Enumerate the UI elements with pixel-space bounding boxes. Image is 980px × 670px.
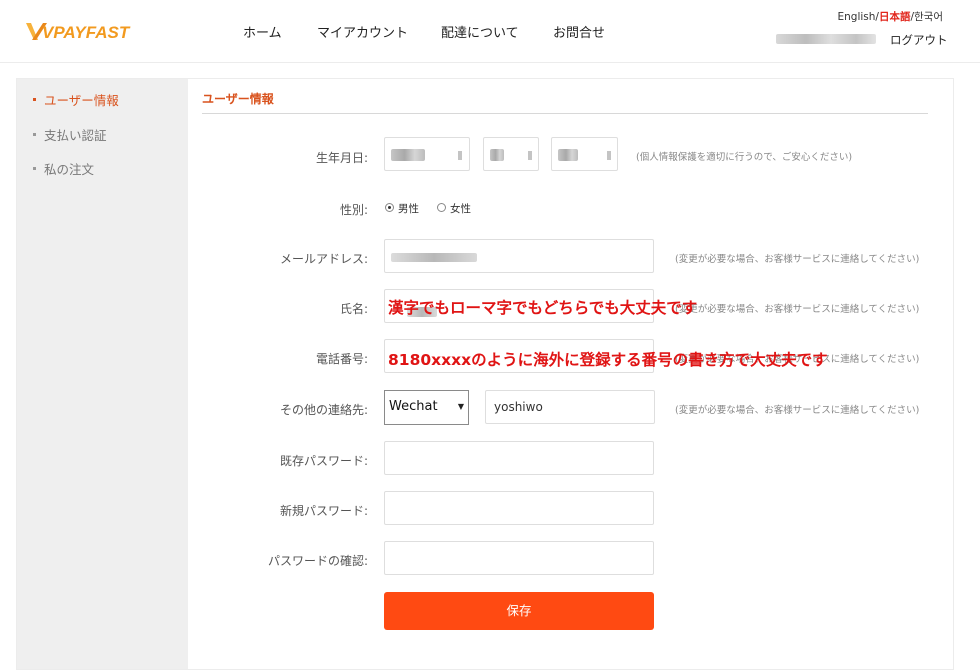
gender-female-label[interactable]: 女性 — [450, 201, 471, 216]
nav-contact[interactable]: お問合せ — [553, 22, 605, 41]
phone-annotation: 8180xxxxのように海外に登録する番号の書き方で大丈夫です — [388, 351, 828, 369]
redacted-value — [391, 149, 425, 161]
email-note: (変更が必要な場合、お客様サービスに連絡してください) — [675, 254, 920, 265]
select-arrow-icon — [458, 151, 462, 160]
select-arrow-icon — [607, 151, 611, 160]
gender-label: 性別: — [339, 203, 368, 217]
birth-note: (個人情報保護を適切に行うので、ご安心ください) — [636, 152, 853, 163]
gender-male-radio[interactable] — [385, 203, 394, 212]
other-contact-note: (変更が必要な場合、お客様サービスに連絡してください) — [675, 405, 920, 416]
sidebar: ユーザー情報 支払い認証 私の注文 — [17, 79, 188, 669]
name-annotation: 漢字でもローマ字でもどちらでも大丈夫です — [388, 299, 698, 317]
vpayfast-logo[interactable]: VPAYFAST — [24, 18, 148, 44]
name-note: (変更が必要な場合、お客様サービスに連絡してください) — [675, 304, 920, 315]
sidebar-item-label: 私の注文 — [44, 162, 95, 177]
page-title: ユーザー情報 — [202, 92, 274, 106]
redacted-value — [490, 149, 504, 161]
birth-month-select[interactable] — [483, 137, 539, 171]
email-field[interactable] — [384, 239, 654, 273]
lang-korean[interactable]: 한국어 — [914, 11, 943, 23]
gender-female-radio[interactable] — [437, 203, 446, 212]
sidebar-item-my-orders[interactable]: 私の注文 — [33, 159, 94, 178]
select-arrow-icon — [528, 151, 532, 160]
logout-link[interactable]: ログアウト — [890, 32, 948, 48]
birth-year-select[interactable] — [384, 137, 470, 171]
confirm-password-field[interactable] — [384, 541, 654, 575]
name-label: 氏名: — [339, 302, 368, 316]
nav-shipping[interactable]: 配達について — [441, 22, 519, 41]
new-password-label: 新規パスワード: — [279, 504, 368, 518]
dropdown-arrow-icon: ▼ — [457, 402, 464, 411]
contact-type-value: Wechat — [389, 399, 438, 414]
lang-japanese[interactable]: 日本語 — [879, 11, 911, 23]
contact-id-field[interactable]: yoshiwo — [485, 390, 655, 424]
email-label: メールアドレス: — [279, 252, 368, 266]
sidebar-item-label: 支払い認証 — [44, 128, 107, 143]
other-contact-label: その他の連絡先: — [279, 403, 368, 417]
sidebar-item-user-info[interactable]: ユーザー情報 — [33, 90, 119, 109]
bullet-icon — [33, 98, 36, 101]
language-switcher: English/日本語/한국어 — [838, 9, 944, 24]
nav-home[interactable]: ホーム — [243, 22, 282, 41]
redacted-value — [558, 149, 578, 161]
redacted-value — [391, 253, 477, 262]
username-redacted — [776, 34, 876, 44]
new-password-field[interactable] — [384, 491, 654, 525]
phone-label: 電話番号: — [315, 352, 368, 366]
save-button[interactable]: 保存 — [384, 592, 654, 630]
svg-text:VPAYFAST: VPAYFAST — [42, 23, 131, 42]
birth-day-select[interactable] — [551, 137, 618, 171]
bullet-icon — [33, 133, 36, 136]
lang-english[interactable]: English — [838, 11, 876, 23]
gender-male-label[interactable]: 男性 — [398, 201, 419, 216]
old-password-label: 既存パスワード: — [279, 454, 368, 468]
sidebar-item-label: ユーザー情報 — [44, 93, 119, 108]
confirm-password-label: パスワードの確認: — [267, 554, 368, 568]
birth-label: 生年月日: — [315, 151, 368, 165]
title-divider — [202, 113, 928, 114]
sidebar-item-payment-auth[interactable]: 支払い認証 — [33, 125, 107, 144]
contact-type-select[interactable]: Wechat ▼ — [384, 390, 469, 425]
bullet-icon — [33, 167, 36, 170]
top-header: VPAYFAST ホーム マイアカウント 配達について お問合せ English… — [0, 0, 980, 63]
old-password-field[interactable] — [384, 441, 654, 475]
nav-my-account[interactable]: マイアカウント — [317, 22, 408, 41]
